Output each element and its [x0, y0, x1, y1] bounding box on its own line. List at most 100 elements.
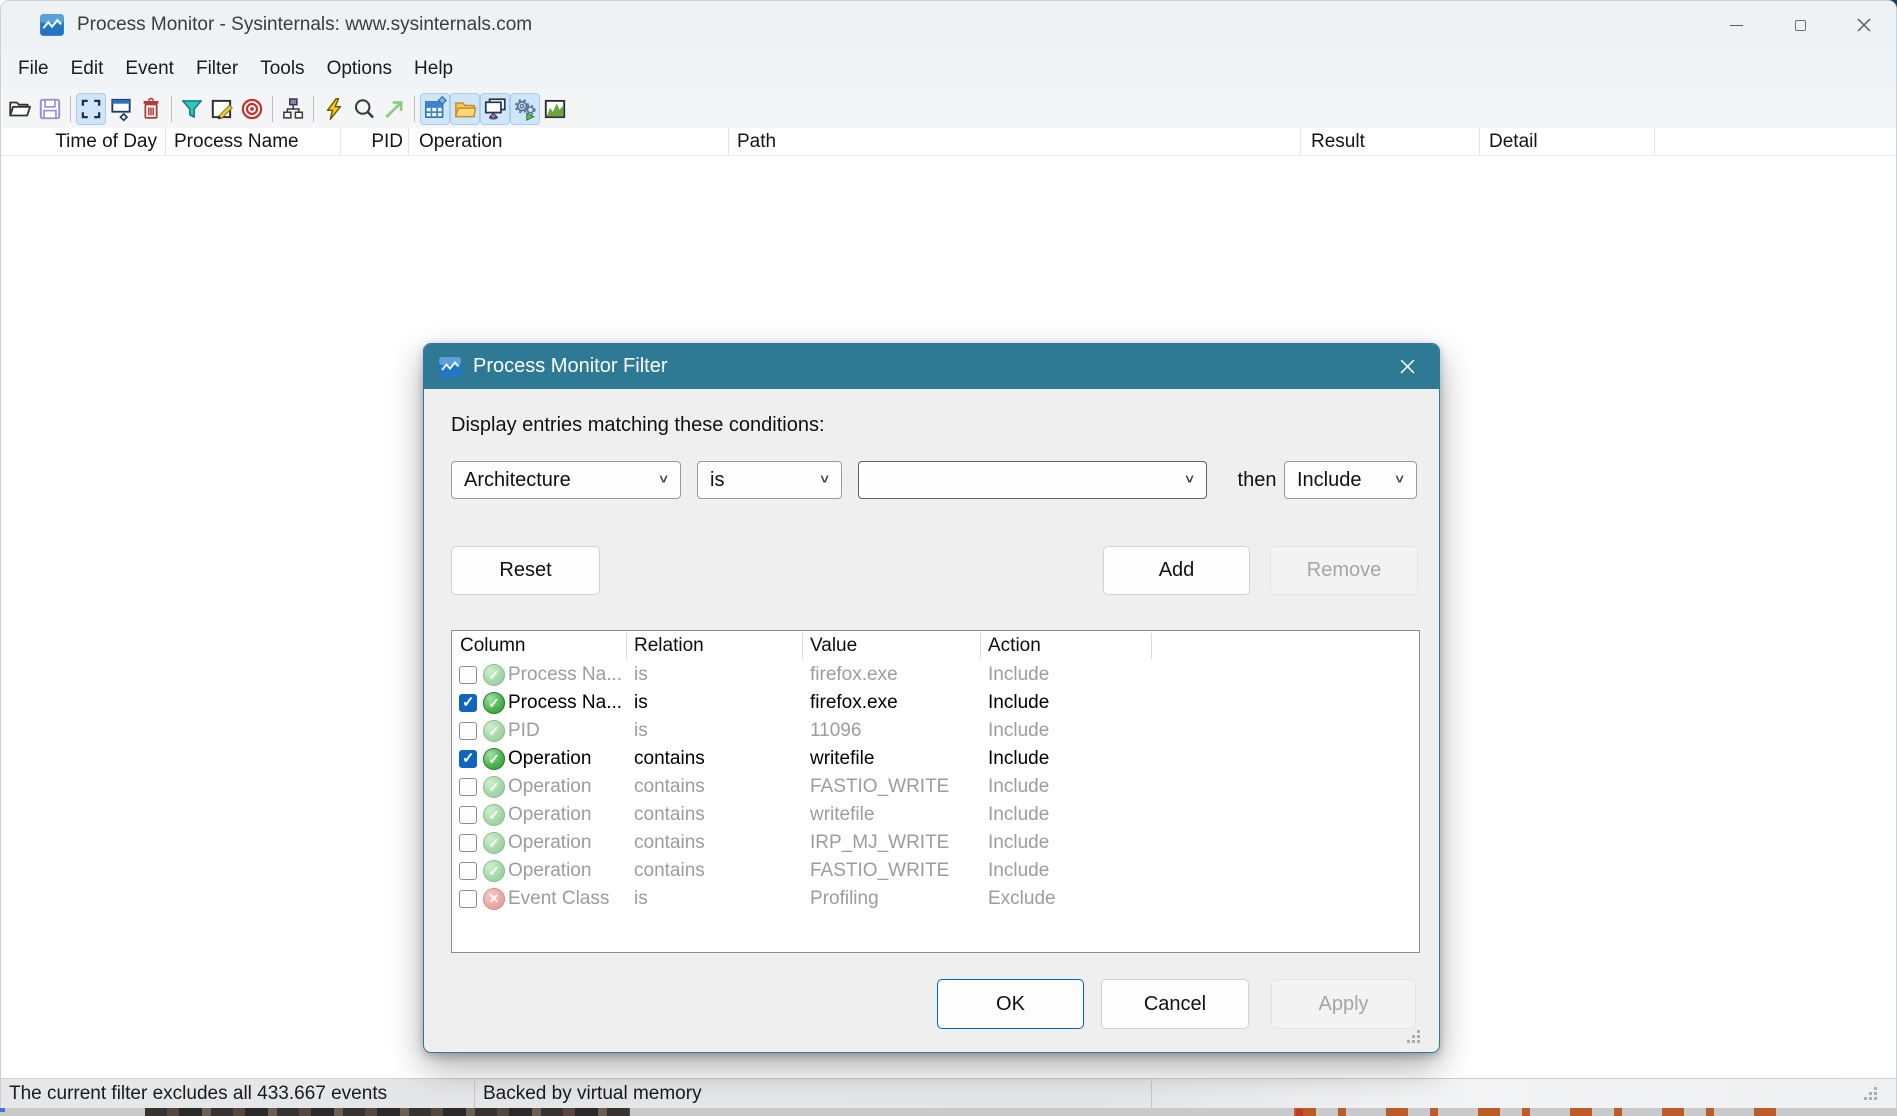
row-checkbox[interactable] — [459, 750, 477, 768]
column-header-pid[interactable]: PID — [341, 128, 409, 156]
filter-header-value[interactable]: Value — [810, 631, 857, 661]
show-file-system-activity-icon[interactable] — [450, 93, 480, 125]
row-checkbox[interactable] — [459, 834, 477, 852]
filter-header-column[interactable]: Column — [460, 631, 525, 661]
remove-button: Remove — [1270, 546, 1418, 595]
show-process-and-thread-activity-icon[interactable] — [510, 93, 540, 125]
row-action: Exclude — [988, 885, 1056, 913]
ok-button[interactable]: OK — [937, 979, 1084, 1029]
status-divider — [1151, 1081, 1152, 1108]
header-divider — [626, 633, 627, 659]
filter-row[interactable]: OperationcontainsFASTIO_WRITEInclude — [452, 857, 1419, 885]
show-registry-activity-icon[interactable] — [420, 93, 450, 125]
header-divider — [1151, 633, 1152, 659]
menu-help[interactable]: Help — [403, 54, 464, 84]
show-network-activity-icon[interactable] — [480, 93, 510, 125]
row-checkbox[interactable] — [459, 890, 477, 908]
toolbar-separator — [313, 96, 314, 122]
process-tree-icon[interactable] — [278, 93, 308, 125]
row-column: Operation — [508, 801, 591, 829]
row-relation: is — [634, 661, 648, 689]
chevron-down-icon: ∨ — [658, 472, 670, 486]
menu-bar: File Edit Event Filter Tools Options Hel… — [1, 49, 1896, 89]
column-header-time-of-day[interactable]: Time of Day — [1, 128, 166, 156]
column-header-process-name[interactable]: Process Name — [166, 128, 341, 156]
status-backing-text: Backed by virtual memory — [483, 1083, 702, 1105]
filter-header-action[interactable]: Action — [988, 631, 1041, 661]
filter-row[interactable]: Event ClassisProfilingExclude — [452, 885, 1419, 913]
window-resize-grip[interactable] — [1874, 1087, 1890, 1103]
column-header-path[interactable]: Path — [729, 128, 1301, 156]
apply-button: Apply — [1271, 979, 1416, 1029]
row-checkbox[interactable] — [459, 666, 477, 684]
row-column: Operation — [508, 857, 591, 885]
clear-icon[interactable] — [136, 93, 166, 125]
condition-relation-select[interactable]: is ∨ — [697, 461, 842, 499]
close-button[interactable] — [1832, 1, 1896, 49]
column-header-detail[interactable]: Detail — [1480, 128, 1655, 156]
toolbar-separator — [171, 96, 172, 122]
dialog-titlebar[interactable]: Process Monitor Filter — [424, 344, 1439, 389]
column-header-result[interactable]: Result — [1301, 128, 1480, 156]
row-action: Include — [988, 829, 1049, 857]
background-image-fragment — [145, 1108, 630, 1116]
include-icon — [483, 804, 505, 826]
dialog-resize-grip[interactable] — [1417, 1030, 1433, 1046]
row-column: PID — [508, 717, 540, 745]
row-column: Event Class — [508, 885, 609, 913]
open-icon[interactable] — [5, 93, 35, 125]
menu-tools[interactable]: Tools — [249, 54, 315, 84]
filter-row[interactable]: PIDis11096Include — [452, 717, 1419, 745]
include-process-from-window-icon[interactable] — [237, 93, 267, 125]
capture-icon[interactable] — [76, 93, 106, 125]
filter-icon[interactable] — [177, 93, 207, 125]
menu-options[interactable]: Options — [316, 54, 403, 84]
show-profiling-events-icon[interactable] — [540, 93, 570, 125]
row-checkbox[interactable] — [459, 778, 477, 796]
toolbar — [1, 89, 1896, 128]
filter-row[interactable]: OperationcontainsFASTIO_WRITEInclude — [452, 773, 1419, 801]
add-button[interactable]: Add — [1103, 546, 1250, 595]
condition-value-combobox[interactable]: ∨ — [858, 461, 1207, 499]
jump-to-icon[interactable] — [379, 93, 409, 125]
filter-row[interactable]: Process Na...isfirefox.exeInclude — [452, 689, 1419, 717]
reset-button[interactable]: Reset — [451, 546, 600, 595]
filter-header-relation[interactable]: Relation — [634, 631, 704, 661]
autoscroll-icon[interactable] — [106, 93, 136, 125]
highlight-icon[interactable] — [207, 93, 237, 125]
row-value: firefox.exe — [810, 689, 898, 717]
filter-list: Column Relation Value Action Process Na.… — [451, 630, 1420, 953]
row-checkbox[interactable] — [459, 806, 477, 824]
status-divider — [474, 1081, 475, 1108]
minimize-button[interactable] — [1704, 1, 1768, 49]
window-title: Process Monitor - Sysinternals: www.sysi… — [77, 14, 532, 36]
dialog-close-icon[interactable] — [1385, 344, 1429, 389]
menu-filter[interactable]: Filter — [185, 54, 249, 84]
lightning-bolt-icon[interactable] — [319, 93, 349, 125]
filter-row[interactable]: Process Na...isfirefox.exeInclude — [452, 661, 1419, 689]
include-icon — [483, 748, 505, 770]
filter-list-body: Process Na...isfirefox.exeIncludeProcess… — [452, 661, 1419, 913]
find-icon[interactable] — [349, 93, 379, 125]
column-header-operation[interactable]: Operation — [409, 128, 729, 156]
row-action: Include — [988, 773, 1049, 801]
row-checkbox[interactable] — [459, 722, 477, 740]
condition-column-select[interactable]: Architecture ∨ — [451, 461, 681, 499]
condition-action-select[interactable]: Include ∨ — [1284, 461, 1417, 499]
row-checkbox[interactable] — [459, 862, 477, 880]
menu-event[interactable]: Event — [114, 54, 185, 84]
save-icon[interactable] — [35, 93, 65, 125]
row-checkbox[interactable] — [459, 694, 477, 712]
maximize-button[interactable] — [1768, 1, 1832, 49]
menu-edit[interactable]: Edit — [60, 54, 115, 84]
titlebar[interactable]: Process Monitor - Sysinternals: www.sysi… — [1, 1, 1896, 49]
filter-row[interactable]: OperationcontainswritefileInclude — [452, 745, 1419, 773]
filter-row[interactable]: OperationcontainswritefileInclude — [452, 801, 1419, 829]
cancel-button[interactable]: Cancel — [1101, 979, 1249, 1029]
header-divider — [802, 633, 803, 659]
row-action: Include — [988, 661, 1049, 689]
menu-file[interactable]: File — [7, 54, 60, 84]
filter-row[interactable]: OperationcontainsIRP_MJ_WRITEInclude — [452, 829, 1419, 857]
toolbar-separator — [272, 96, 273, 122]
toolbar-separator — [414, 96, 415, 122]
